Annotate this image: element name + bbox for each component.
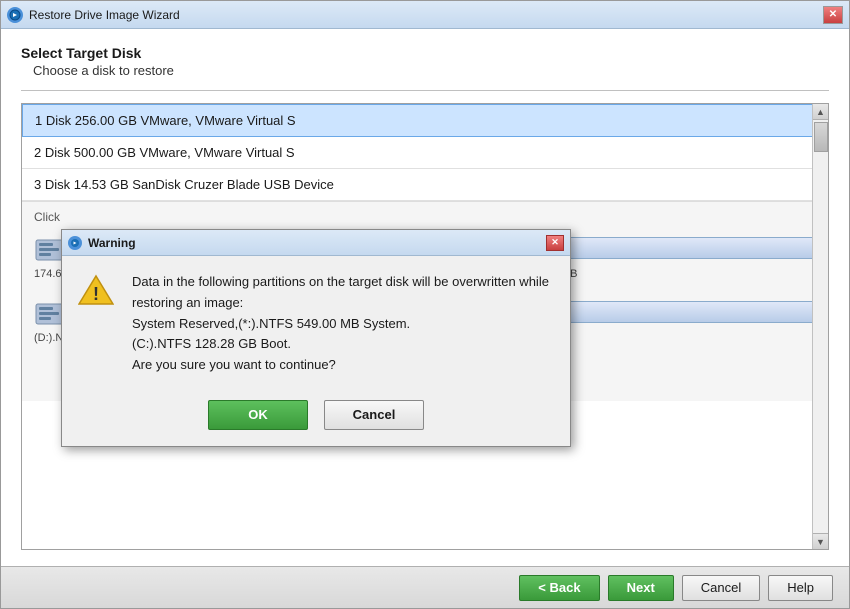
warning-icon-wrap: ! [78,272,118,376]
warning-triangle-icon: ! [78,274,114,306]
back-button[interactable]: < Back [519,575,599,601]
dialog-overlay: Warning ✕ ! Data in the following partit… [1,29,849,566]
main-window: Restore Drive Image Wizard ✕ Select Targ… [0,0,850,609]
title-bar-controls: ✕ [823,6,843,24]
dialog-title-text: Warning [88,236,136,250]
app-icon [7,7,23,23]
window-title: Restore Drive Image Wizard [29,8,180,22]
window-close-button[interactable]: ✕ [823,6,843,24]
svg-text:!: ! [93,284,99,304]
title-bar-left: Restore Drive Image Wizard [7,7,180,23]
dialog-app-icon [68,236,82,250]
title-bar: Restore Drive Image Wizard ✕ [1,1,849,29]
dialog-line4: (C:).NTFS 128.28 GB Boot. [132,336,291,351]
dialog-line5: Are you sure you want to continue? [132,357,336,372]
content-area: Select Target Disk Choose a disk to rest… [1,29,849,566]
dialog-cancel-button[interactable]: Cancel [324,400,424,430]
dialog-close-button[interactable]: ✕ [546,235,564,251]
dialog-title-bar: Warning ✕ [62,230,570,256]
dialog-line3: System Reserved,(*:).NTFS 549.00 MB Syst… [132,316,410,331]
dialog-body: ! Data in the following partitions on th… [62,256,570,392]
help-button[interactable]: Help [768,575,833,601]
dialog-buttons: OK Cancel [62,392,570,446]
next-button[interactable]: Next [608,575,674,601]
bottom-bar: < Back Next Cancel Help [1,566,849,608]
cancel-button[interactable]: Cancel [682,575,760,601]
warning-dialog: Warning ✕ ! Data in the following partit… [61,229,571,447]
dialog-title-left: Warning [68,236,136,250]
dialog-line1: Data in the following partitions on the … [132,274,549,289]
dialog-line2: restoring an image: [132,295,243,310]
dialog-message: Data in the following partitions on the … [132,272,554,376]
dialog-ok-button[interactable]: OK [208,400,308,430]
